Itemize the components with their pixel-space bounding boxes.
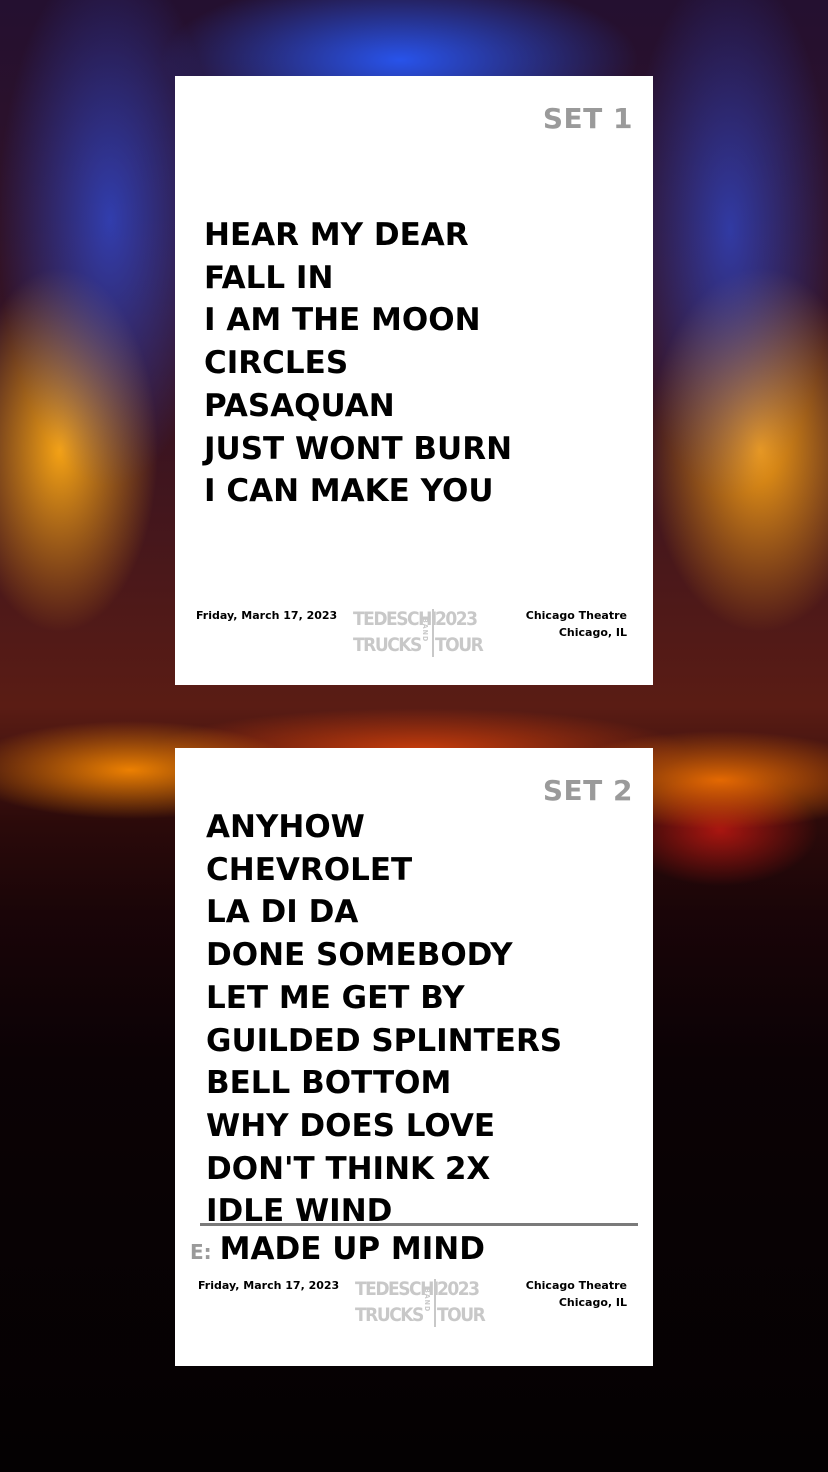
set-label: SET 1 (542, 102, 633, 135)
encore-divider (200, 1223, 638, 1226)
venue-name: Chicago Theatre (525, 1279, 627, 1292)
setlist-card-set-2: SET 2 ANYHOW CHEVROLET LA DI DA DONE SOM… (175, 748, 653, 1366)
venue-info: Chicago Theatre Chicago, IL (526, 607, 627, 641)
logo-year: 2023 (437, 1278, 480, 1300)
show-date: Friday, March 17, 2023 (198, 1279, 340, 1292)
song-list: HEAR MY DEAR FALL IN I AM THE MOON CIRCL… (204, 214, 512, 513)
song-item: DON'T THINK 2X (206, 1150, 491, 1187)
song-item: IDLE WIND (206, 1193, 393, 1230)
venue-city: Chicago, IL (558, 1296, 627, 1309)
logo-text: BAND (423, 1288, 431, 1313)
logo-divider (434, 1279, 436, 1327)
song-item: LA DI DA (206, 894, 359, 931)
song-item: FALL IN (204, 259, 334, 296)
song-item: LET ME GET BY (206, 979, 465, 1016)
song-item: WHY DOES LOVE (206, 1107, 496, 1144)
song-item: I AM THE MOON (204, 302, 481, 339)
encore-marker: E: (190, 1240, 212, 1264)
tour-logo: TEDESCHI TRUCKS BAND 2023 TOUR (353, 606, 484, 660)
logo-text: BAND (421, 618, 429, 643)
encore-row: E: MADE UP MIND (190, 1231, 485, 1267)
song-item: PASAQUAN (204, 387, 395, 424)
logo-divider (432, 609, 434, 657)
tour-logo: TEDESCHI TRUCKS BAND 2023 TOUR (355, 1276, 486, 1330)
logo-text: TRUCKS (353, 634, 422, 656)
show-date: Friday, March 17, 2023 (196, 609, 338, 622)
setlist-card-set-1: SET 1 HEAR MY DEAR FALL IN I AM THE MOON… (175, 76, 653, 685)
song-item: DONE SOMEBODY (206, 937, 513, 974)
song-item: CIRCLES (204, 345, 349, 382)
venue-city: Chicago, IL (558, 626, 627, 639)
logo-year: 2023 (435, 608, 478, 630)
set-label: SET 2 (542, 774, 633, 807)
song-item: GUILDED SPLINTERS (206, 1022, 563, 1059)
song-item: CHEVROLET (206, 851, 413, 888)
song-item: HEAR MY DEAR (204, 217, 469, 253)
song-item: I CAN MAKE YOU (204, 473, 494, 510)
song-item: BELL BOTTOM (206, 1065, 452, 1102)
venue-name: Chicago Theatre (525, 609, 627, 622)
venue-info: Chicago Theatre Chicago, IL (526, 1277, 627, 1311)
encore-song: MADE UP MIND (219, 1231, 485, 1267)
song-list: ANYHOW CHEVROLET LA DI DA DONE SOMEBODY … (206, 806, 562, 1233)
logo-text: TRUCKS (355, 1304, 424, 1326)
song-item: JUST WONT BURN (204, 430, 513, 467)
logo-tour: TOUR (435, 634, 484, 656)
song-item: ANYHOW (206, 809, 365, 845)
logo-tour: TOUR (437, 1304, 486, 1326)
